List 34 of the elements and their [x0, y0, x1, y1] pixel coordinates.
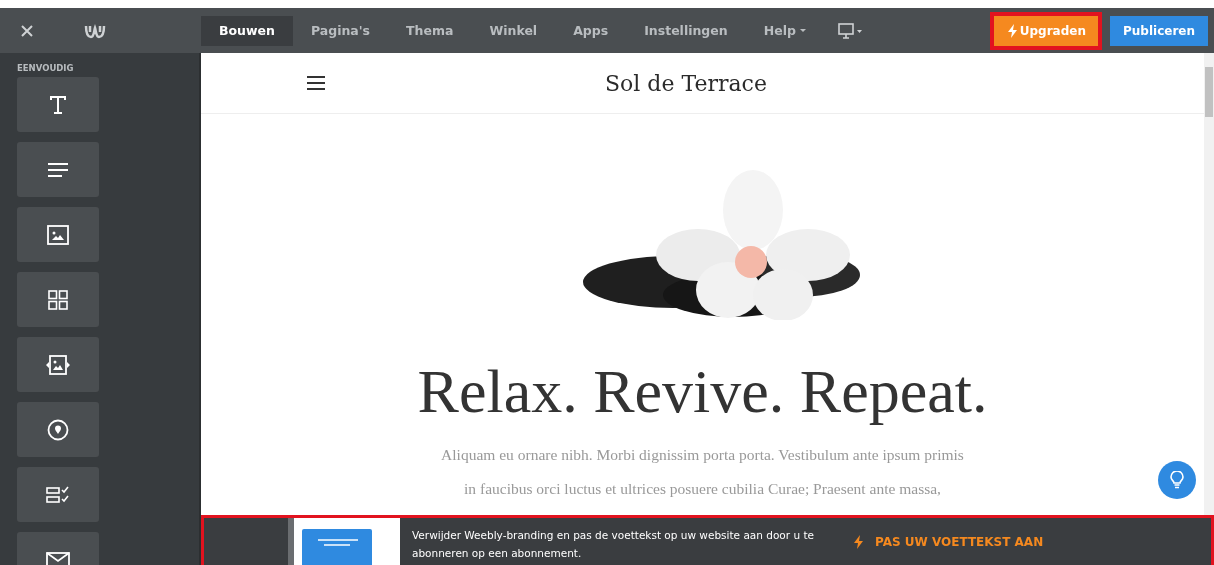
- customize-footer-link[interactable]: PAS UW VOETTEKST AAN: [854, 534, 1044, 549]
- banner-message: Verwijder Weebly-branding en pas de voettekst op uw website aan door u te abonneren op een abonnement.: [412, 527, 815, 561]
- scrollbar[interactable]: [1204, 53, 1214, 515]
- hero-paragraph: Aliquam eu ornare nibh. Morbi dignissim porta porta. Vestibulum ante ipsum primis in faucibus orci luctus et ultrices posuere cubilia Curae; Praesent ante massa,: [441, 445, 964, 499]
- title-element-tile[interactable]: [17, 77, 99, 132]
- nav-tab[interactable]: Instellingen: [626, 15, 746, 46]
- lightning-icon: [1007, 23, 1017, 38]
- text-lines-icon: [47, 161, 69, 178]
- image-icon: [47, 224, 69, 245]
- lightning-icon: [854, 534, 863, 549]
- image-element-tile[interactable]: [17, 207, 99, 262]
- gallery-element-tile[interactable]: [17, 272, 99, 327]
- map-element-tile[interactable]: [17, 402, 99, 457]
- nav-tab[interactable]: Apps: [555, 15, 627, 46]
- website-thumbnail-icon: [288, 518, 400, 565]
- close-icon[interactable]: [20, 23, 34, 38]
- title-icon: [49, 94, 67, 115]
- nav-tab[interactable]: Bouwen: [201, 15, 293, 46]
- menu-icon[interactable]: [307, 76, 325, 90]
- grid-icon: [48, 289, 68, 310]
- site-title: Sol de Terrace: [605, 70, 767, 96]
- nav-tab[interactable]: Pagina's: [292, 15, 389, 46]
- text-element-tile[interactable]: [17, 142, 99, 197]
- lightbulb-icon[interactable]: [1158, 461, 1196, 499]
- section-label: EENVOUDIG: [17, 63, 75, 73]
- slideshow-element-tile[interactable]: [17, 337, 99, 392]
- form-element-tile[interactable]: [17, 467, 99, 522]
- envelope-icon: [46, 551, 70, 565]
- form-checklist-icon: [46, 485, 70, 504]
- nav-tab[interactable]: Winkel: [471, 15, 556, 46]
- publish-button[interactable]: Publiceren: [1110, 15, 1208, 46]
- nav-tab[interactable]: Thema: [388, 15, 472, 46]
- map-pin-icon: [47, 418, 69, 441]
- nav-tab[interactable]: Help: [745, 15, 824, 46]
